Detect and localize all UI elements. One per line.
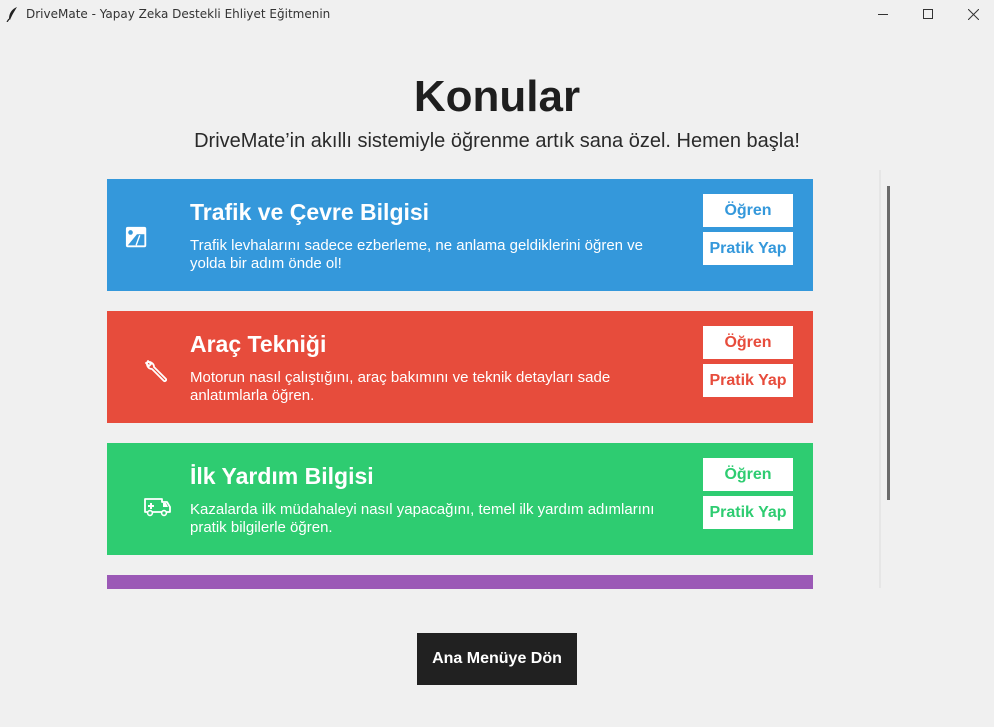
window-titlebar: DriveMate - Yapay Zeka Destekli Ehliyet … [0,0,994,28]
practice-button-traffic[interactable]: Pratik Yap [703,232,793,265]
back-to-main-menu-button[interactable]: Ana Menüye Dön [417,633,577,685]
minimize-icon [878,14,888,15]
road-sign-icon [125,226,147,248]
practice-button-vehicle-tech[interactable]: Pratik Yap [703,364,793,397]
scrollbar-thumb[interactable] [887,186,890,500]
minimize-button[interactable] [860,0,906,28]
ambulance-icon [144,498,171,517]
page-subtitle: DriveMate’in akıllı sistemiyle öğrenme a… [194,130,800,152]
feather-icon [6,7,17,22]
topic-description: Trafik levhalarını sadece ezberleme, ne … [190,237,644,272]
window-title: DriveMate - Yapay Zeka Destekli Ehliyet … [26,7,331,21]
practice-button-first-aid[interactable]: Pratik Yap [703,496,793,529]
page-title: Konular [413,72,581,121]
learn-button-first-aid[interactable]: Öğren [703,458,793,491]
maximize-button[interactable] [905,0,951,28]
topic-card-first-aid: İlk Yardım Bilgisi Kazalarda ilk müdahal… [107,443,813,555]
maximize-icon [923,9,933,19]
topic-title: Araç Tekniği [190,331,327,357]
learn-button-vehicle-tech[interactable]: Öğren [703,326,793,359]
wrench-icon [145,360,168,383]
learn-button-traffic[interactable]: Öğren [703,194,793,227]
topic-card-partial [107,575,813,589]
topic-description: Motorun nasıl çalıştığını, araç bakımını… [190,369,611,404]
topic-title: İlk Yardım Bilgisi [190,463,374,489]
topic-card-vehicle-tech: Araç Tekniği Motorun nasıl çalıştığını, … [107,311,813,423]
topic-title: Trafik ve Çevre Bilgisi [190,199,430,225]
scrollbar-track[interactable] [879,170,881,588]
topic-description: Kazalarda ilk müdahaleyi nasıl yapacağın… [190,501,655,536]
close-button[interactable] [950,0,994,28]
close-icon [967,8,979,20]
topic-card-traffic: Trafik ve Çevre Bilgisi Trafik levhaları… [107,179,813,291]
